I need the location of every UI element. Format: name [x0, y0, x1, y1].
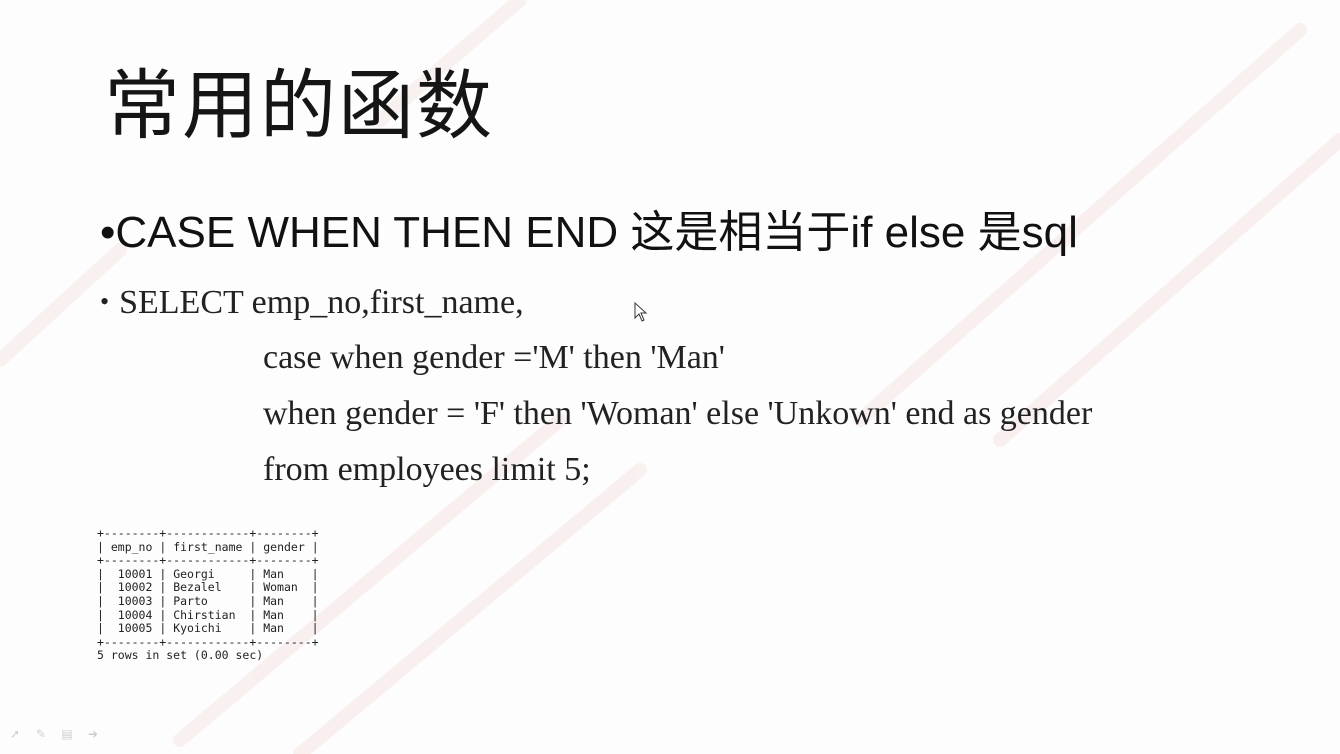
table-cell: 10004: [117, 607, 153, 622]
table-cell: Woman: [263, 580, 298, 595]
mouse-pointer-icon: [634, 302, 648, 322]
table-cell: Man: [263, 607, 284, 622]
table-border-bottom: +--------+------------+--------+: [97, 634, 319, 649]
table-cell: 10003: [117, 593, 153, 608]
table-cell: Chirstian: [173, 607, 236, 622]
sql-line-when: when gender = 'F' then 'Woman' else 'Unk…: [263, 395, 1093, 432]
slideshow-toolbar: ➚ ✎ ▤ ➜: [6, 727, 102, 741]
table-cell: Man: [263, 593, 284, 608]
sql-line-case: case when gender ='M' then 'Man': [263, 339, 725, 376]
result-table: +--------+------------+--------+ | emp_n…: [97, 526, 319, 663]
bullet-sql-select: • SELECT emp_no,first_name,: [100, 276, 524, 329]
table-cell: Man: [263, 621, 284, 636]
bullet-marker: •: [100, 208, 116, 257]
table-cell: Kyoichi: [173, 621, 222, 636]
table-footer: 5 rows in set (0.00 sec): [97, 648, 264, 663]
pointer-icon[interactable]: ➚: [6, 727, 24, 741]
slide: 常用的函数 •CASE WHEN THEN END 这是相当于if else 是…: [0, 0, 1340, 754]
table-border-top: +--------+------------+--------+: [97, 526, 319, 540]
table-cell: Georgi: [173, 566, 215, 581]
table-header-gender: gender: [263, 539, 305, 554]
table-header-emp-no: emp_no: [110, 539, 153, 554]
table-cell: 10001: [117, 566, 153, 581]
table-cell: Parto: [173, 593, 208, 608]
table-cell: 10005: [117, 621, 153, 636]
table-cell: Man: [263, 566, 284, 581]
pen-icon[interactable]: ✎: [32, 727, 50, 741]
bullet-case-when: •CASE WHEN THEN END 这是相当于if else 是sql: [100, 198, 1078, 268]
table-cell: 10002: [117, 580, 153, 595]
bullet-text: CASE WHEN THEN END 这是相当于if else 是sql: [115, 208, 1078, 257]
bullet-marker: •: [100, 287, 110, 316]
table-border-mid: +--------+------------+--------+: [97, 553, 319, 568]
bullet-text: SELECT emp_no,first_name,: [119, 284, 524, 321]
sql-line-from: from employees limit 5;: [263, 451, 591, 488]
slide-title: 常用的函数: [104, 61, 494, 150]
menu-icon[interactable]: ▤: [58, 727, 76, 741]
table-cell: Bezalel: [173, 580, 222, 595]
navigate-icon[interactable]: ➜: [84, 727, 102, 741]
table-header-first-name: first_name: [173, 539, 243, 554]
